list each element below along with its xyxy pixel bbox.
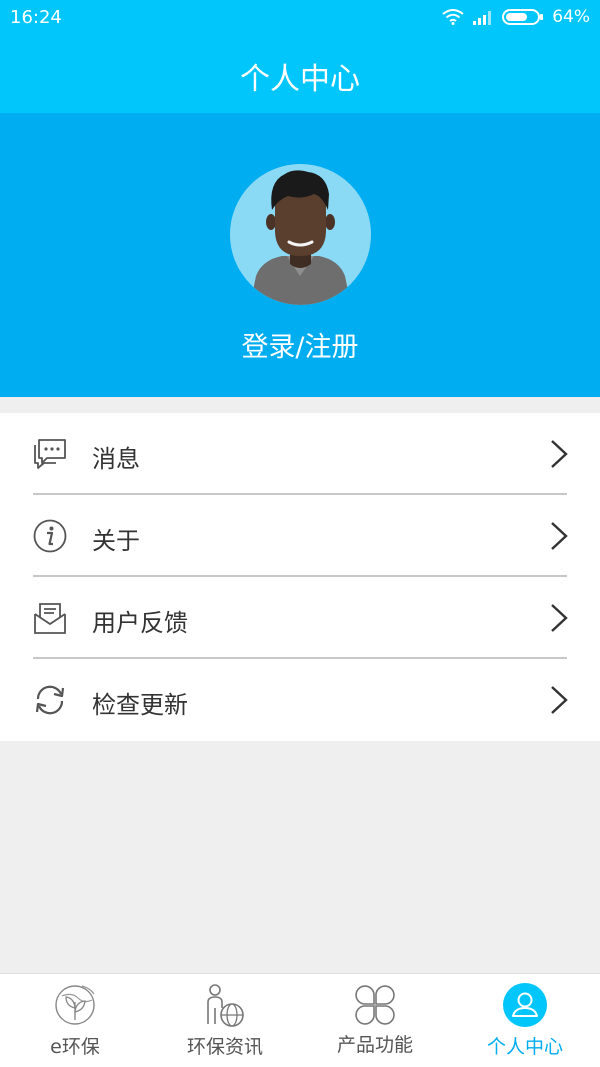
tab-label: e环保 bbox=[50, 1036, 100, 1058]
battery-percent: 64% bbox=[552, 7, 590, 27]
info-icon bbox=[33, 519, 67, 553]
message-icon bbox=[34, 439, 66, 469]
user-icon bbox=[503, 983, 547, 1027]
menu-item-messages[interactable]: 消息 bbox=[0, 413, 600, 495]
chevron-right-icon bbox=[551, 686, 568, 714]
chevron-right-icon bbox=[551, 522, 568, 550]
mail-icon bbox=[34, 603, 66, 634]
menu-item-feedback[interactable]: 用户反馈 bbox=[0, 577, 600, 659]
menu-item-label: 消息 bbox=[92, 445, 140, 473]
login-register-link[interactable]: 登录/注册 bbox=[0, 325, 600, 364]
refresh-icon bbox=[35, 685, 65, 715]
chevron-right-icon bbox=[551, 440, 568, 468]
tab-news[interactable]: 环保资讯 bbox=[150, 974, 300, 1067]
tab-label: 环保资讯 bbox=[186, 1036, 263, 1058]
status-time: 16:24 bbox=[10, 7, 62, 28]
clover-grid-icon bbox=[355, 985, 395, 1025]
person-globe-icon bbox=[207, 984, 244, 1027]
user-avatar-icon bbox=[230, 164, 371, 305]
menu-item-about[interactable]: 关于 bbox=[0, 495, 600, 577]
status-icons: 64% bbox=[442, 6, 590, 28]
profile-header: 登录/注册 bbox=[0, 113, 600, 397]
wifi-icon bbox=[442, 9, 464, 25]
tab-label: 个人中心 bbox=[486, 1036, 563, 1058]
status-bar: 16:24 64% bbox=[0, 0, 600, 36]
menu-item-label: 关于 bbox=[92, 527, 140, 555]
avatar[interactable] bbox=[230, 164, 371, 305]
menu-item-label: 用户反馈 bbox=[92, 609, 188, 637]
signal-icon bbox=[473, 11, 492, 25]
bottom-tab-bar: e环保 环保资讯 产品功能 个人中心 bbox=[0, 973, 600, 1067]
menu-item-check-update[interactable]: 检查更新 bbox=[0, 659, 600, 741]
menu-item-label: 检查更新 bbox=[92, 691, 188, 719]
tab-product-features[interactable]: 产品功能 bbox=[300, 974, 450, 1067]
tab-personal-center[interactable]: 个人中心 bbox=[450, 974, 600, 1067]
tab-e-huanbao[interactable]: e环保 bbox=[0, 974, 150, 1067]
chevron-right-icon bbox=[551, 604, 568, 632]
menu-list: 消息 关于 用户反馈 检查更新 bbox=[0, 413, 600, 741]
battery-icon bbox=[502, 9, 544, 25]
tab-label: 产品功能 bbox=[336, 1034, 413, 1056]
page-title: 个人中心 bbox=[240, 62, 360, 97]
leaf-globe-icon bbox=[55, 985, 95, 1025]
top-bar: 16:24 64% 个人中心 bbox=[0, 0, 600, 113]
